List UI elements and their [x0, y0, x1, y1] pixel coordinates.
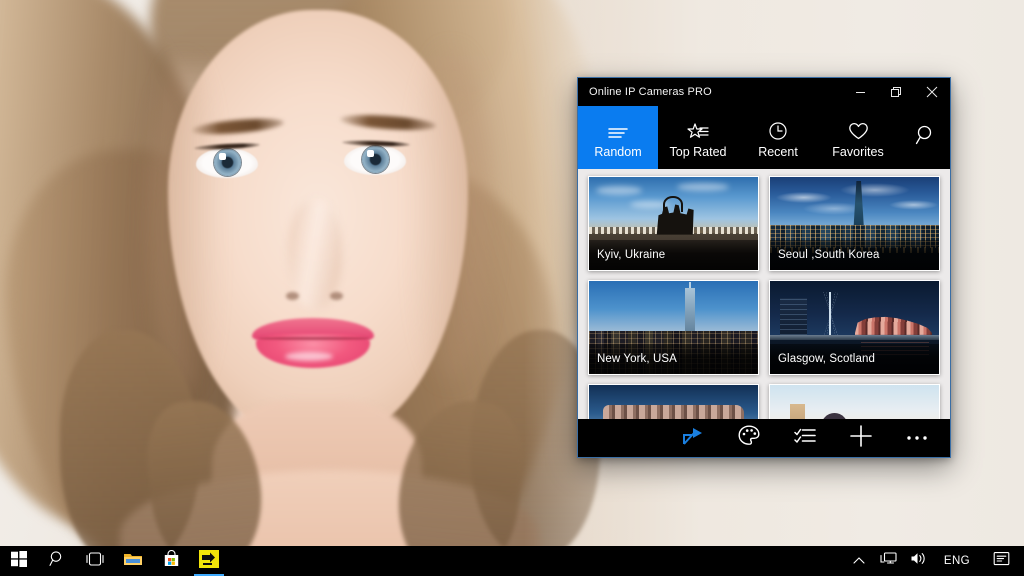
face-shadow-right	[410, 50, 490, 380]
lip-highlight	[285, 352, 333, 361]
camera-card-caption: Glasgow, Scotland	[770, 344, 939, 374]
palette-icon	[738, 425, 760, 451]
tab-recent-label: Recent	[758, 145, 798, 159]
chevron-up-icon	[853, 552, 865, 570]
camera-card-caption: Kyiv, Ukraine	[589, 240, 758, 270]
camera-card-caption: New York, USA	[589, 344, 758, 374]
camera-card-new-york[interactable]: New York, USA	[588, 280, 759, 375]
camera-card-kyiv[interactable]: Kyiv, Ukraine	[588, 176, 759, 271]
tab-favorites-label: Favorites	[832, 145, 883, 159]
more-button[interactable]	[904, 425, 930, 451]
folder-icon	[123, 551, 143, 572]
tab-favorites[interactable]: Favorites	[818, 106, 898, 169]
tab-top-rated[interactable]: Top Rated	[658, 106, 738, 169]
show-hidden-icons-button[interactable]	[848, 546, 870, 576]
network-button[interactable]	[878, 546, 900, 576]
search-icon	[915, 124, 937, 151]
app-command-bar	[578, 419, 950, 457]
camera-thumbnail-partial-left	[589, 385, 758, 419]
checklist-button[interactable]	[792, 425, 818, 451]
palette-button[interactable]	[736, 425, 762, 451]
windows-logo-icon	[11, 551, 27, 572]
file-explorer-button[interactable]	[114, 546, 152, 576]
share-button[interactable]	[680, 425, 706, 451]
title-bar[interactable]: Online IP Cameras PRO	[578, 78, 950, 106]
app-window[interactable]: Online IP Cameras PRO	[577, 77, 951, 458]
start-button[interactable]	[0, 546, 38, 576]
speaker-icon	[910, 551, 927, 571]
search-button[interactable]	[902, 106, 950, 169]
system-tray: ENG	[848, 546, 1024, 576]
face-shadow-left	[150, 60, 220, 390]
clock-icon	[768, 117, 788, 141]
notification-icon	[993, 551, 1010, 572]
nostril-right	[330, 292, 343, 300]
nostril-left	[286, 292, 299, 300]
close-button[interactable]	[914, 78, 950, 106]
task-view-button[interactable]	[76, 546, 114, 576]
task-view-icon	[85, 552, 105, 571]
search-icon	[49, 550, 66, 572]
camera-grid: Kyiv, Ukraine Seoul ,South Korea	[588, 176, 940, 419]
star-rating-icon	[687, 117, 709, 141]
notifications-button[interactable]	[984, 546, 1018, 576]
tab-random[interactable]: Random	[578, 106, 658, 169]
iris-left	[214, 149, 241, 176]
camera-card-glasgow[interactable]: Glasgow, Scotland	[769, 280, 940, 375]
heart-icon	[848, 117, 869, 141]
tab-recent[interactable]: Recent	[738, 106, 818, 169]
camera-card-seoul[interactable]: Seoul ,South Korea	[769, 176, 940, 271]
network-icon	[880, 551, 897, 571]
window-controls	[842, 78, 950, 106]
camera-card-partial-left[interactable]	[588, 384, 759, 419]
microsoft-store-button[interactable]	[152, 546, 190, 576]
ip-cameras-app-button[interactable]	[190, 546, 228, 576]
list-lines-icon	[607, 117, 629, 141]
window-title: Online IP Cameras PRO	[578, 86, 842, 98]
minimize-button[interactable]	[842, 78, 878, 106]
store-bag-icon	[163, 550, 180, 572]
plus-icon	[849, 424, 873, 453]
camera-card-partial-right[interactable]	[769, 384, 940, 419]
restore-button[interactable]	[878, 78, 914, 106]
taskbar: ENG	[0, 546, 1024, 576]
tab-random-label: Random	[594, 145, 641, 159]
camera-thumbnail-partial-right	[770, 385, 939, 419]
ellipsis-icon	[905, 429, 929, 447]
tab-top-rated-label: Top Rated	[670, 145, 727, 159]
language-indicator[interactable]: ENG	[938, 555, 976, 567]
camera-grid-area[interactable]: Kyiv, Ukraine Seoul ,South Korea	[578, 169, 950, 419]
navigation-bar: Random Top Rated Recen	[578, 106, 950, 169]
iris-right	[362, 146, 389, 173]
add-button[interactable]	[848, 425, 874, 451]
camera-app-icon	[198, 549, 220, 574]
taskbar-items	[0, 546, 228, 576]
checklist-icon	[794, 427, 816, 450]
search-button[interactable]	[38, 546, 76, 576]
screen: Online IP Cameras PRO	[0, 0, 1024, 576]
volume-button[interactable]	[908, 546, 930, 576]
share-icon	[682, 426, 704, 451]
lip-line	[258, 337, 370, 340]
camera-card-caption: Seoul ,South Korea	[770, 240, 939, 270]
